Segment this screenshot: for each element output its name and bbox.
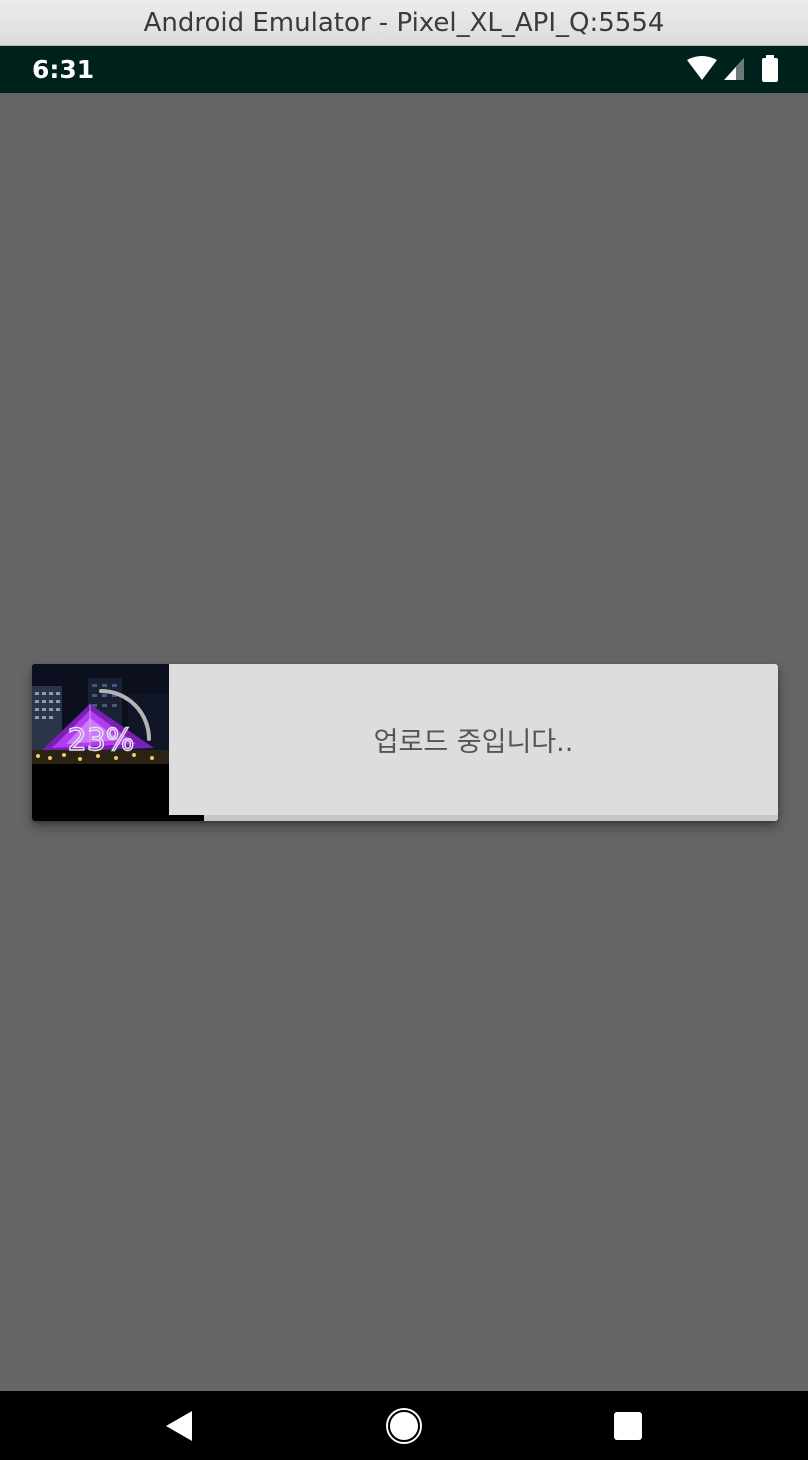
upload-progress-dialog: 23% 업로드 중입니다.. [32,664,778,821]
upload-progress-fill [32,815,204,821]
upload-thumbnail: 23% [32,664,169,821]
upload-percent-label: 23% [68,723,135,758]
home-icon [386,1407,422,1444]
status-bar: 6:31 [0,46,808,93]
wifi-icon [687,56,717,80]
navigation-bar [0,1391,808,1460]
back-button[interactable] [134,1391,224,1460]
recents-button[interactable] [583,1391,673,1460]
status-time: 6:31 [32,55,95,84]
back-icon [166,1410,192,1441]
home-button[interactable] [359,1391,449,1460]
window-title: Android Emulator - Pixel_XL_API_Q:5554 [143,7,665,38]
cellular-signal-icon [724,58,744,80]
recents-icon [614,1411,642,1440]
upload-progress-bar [32,815,778,821]
status-icons [686,55,780,82]
thumbnail-image: 23% [32,664,169,821]
battery-icon [762,55,778,82]
upload-status-message: 업로드 중입니다.. [373,727,574,758]
emulator-window-titlebar: Android Emulator - Pixel_XL_API_Q:5554 [0,0,808,46]
